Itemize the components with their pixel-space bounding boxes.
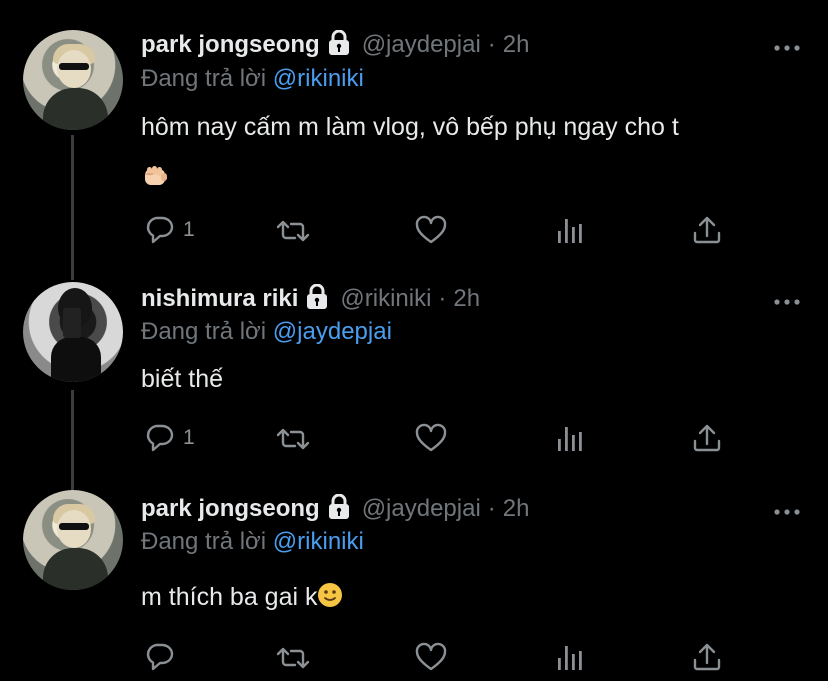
- share-button[interactable]: [692, 421, 722, 455]
- heart-icon: [415, 642, 447, 672]
- more-icon[interactable]: [774, 40, 800, 51]
- timestamp[interactable]: 2h: [503, 495, 530, 523]
- reply-button[interactable]: 1: [143, 213, 195, 247]
- views-button[interactable]: [555, 421, 585, 455]
- reply-icon: [143, 214, 177, 246]
- more-icon[interactable]: [774, 504, 800, 515]
- avatar[interactable]: [23, 30, 123, 130]
- reply-prefix: Đang trả lời: [141, 528, 267, 555]
- analytics-icon: [555, 215, 585, 245]
- retweet-icon: [276, 422, 312, 454]
- tweet-text-line: m thích ba gai k: [141, 583, 318, 611]
- tweet-actions: 1: [141, 213, 731, 247]
- fist-emoji: [141, 150, 679, 192]
- tweet-text-line: hôm nay cấm m làm vlog, vô bếp phụ ngay …: [141, 113, 679, 141]
- avatar[interactable]: [23, 282, 123, 382]
- replying-to: Đang trả lời @rikiniki: [141, 528, 364, 556]
- reply-button[interactable]: [143, 640, 183, 674]
- separator-dot: ·: [438, 285, 447, 312]
- views-button[interactable]: [555, 213, 585, 247]
- tweet-actions: [141, 640, 731, 674]
- analytics-icon: [555, 642, 585, 672]
- tweet[interactable]: nishimura riki @rikiniki · 2h Đang trả l…: [0, 260, 828, 470]
- lock-icon: [326, 493, 352, 525]
- reply-mention-link[interactable]: @rikiniki: [273, 65, 364, 92]
- tweet-header: park jongseong @jaydepjai · 2h: [141, 29, 530, 61]
- reply-icon: [143, 641, 177, 673]
- lock-icon: [304, 283, 330, 315]
- tweet-text-line: biết thế: [141, 365, 224, 393]
- tweet[interactable]: park jongseong @jaydepjai · 2h Đang trả …: [0, 470, 828, 681]
- share-icon: [692, 423, 722, 453]
- slightly-smiling-emoji: [317, 583, 343, 611]
- retweet-button[interactable]: [276, 421, 312, 455]
- user-handle[interactable]: @jaydepjai: [362, 31, 481, 59]
- retweet-icon: [276, 641, 312, 673]
- like-button[interactable]: [415, 640, 447, 674]
- retweet-button[interactable]: [276, 213, 312, 247]
- display-name[interactable]: park jongseong: [141, 31, 320, 59]
- tweet-text: biết thế: [141, 356, 223, 402]
- reply-prefix: Đang trả lời: [141, 318, 267, 345]
- reply-count: 1: [183, 218, 195, 241]
- tweet-text: m thích ba gai k: [141, 574, 343, 620]
- reply-icon: [143, 422, 177, 454]
- user-handle[interactable]: @jaydepjai: [362, 495, 481, 523]
- share-button[interactable]: [692, 213, 722, 247]
- reply-mention-link[interactable]: @jaydepjai: [273, 318, 392, 345]
- like-button[interactable]: [415, 213, 447, 247]
- timestamp[interactable]: 2h: [503, 31, 530, 59]
- tweet-header: nishimura riki @rikiniki · 2h: [141, 283, 480, 315]
- separator-dot: ·: [487, 495, 496, 522]
- reply-mention-link[interactable]: @rikiniki: [273, 528, 364, 555]
- replying-to: Đang trả lời @jaydepjai: [141, 318, 392, 346]
- analytics-icon: [555, 423, 585, 453]
- share-icon: [692, 642, 722, 672]
- replying-to: Đang trả lời @rikiniki: [141, 65, 364, 93]
- retweet-button[interactable]: [276, 640, 312, 674]
- reply-button[interactable]: 1: [143, 421, 195, 455]
- retweet-icon: [276, 214, 312, 246]
- more-icon[interactable]: [774, 294, 800, 305]
- share-button[interactable]: [692, 640, 722, 674]
- heart-icon: [415, 215, 447, 245]
- tweet-actions: 1: [141, 421, 731, 455]
- timestamp[interactable]: 2h: [453, 285, 480, 313]
- lock-icon: [326, 29, 352, 61]
- share-icon: [692, 215, 722, 245]
- tweet-header: park jongseong @jaydepjai · 2h: [141, 493, 530, 525]
- avatar[interactable]: [23, 490, 123, 590]
- separator-dot: ·: [487, 31, 496, 58]
- heart-icon: [415, 423, 447, 453]
- user-handle[interactable]: @rikiniki: [340, 285, 431, 313]
- reply-prefix: Đang trả lời: [141, 65, 267, 92]
- reply-count: 1: [183, 426, 195, 449]
- display-name[interactable]: park jongseong: [141, 495, 320, 523]
- tweet[interactable]: park jongseong @jaydepjai · 2h Đang trả …: [0, 0, 828, 260]
- display-name[interactable]: nishimura riki: [141, 285, 298, 313]
- views-button[interactable]: [555, 640, 585, 674]
- like-button[interactable]: [415, 421, 447, 455]
- tweet-text: hôm nay cấm m làm vlog, vô bếp phụ ngay …: [141, 104, 679, 192]
